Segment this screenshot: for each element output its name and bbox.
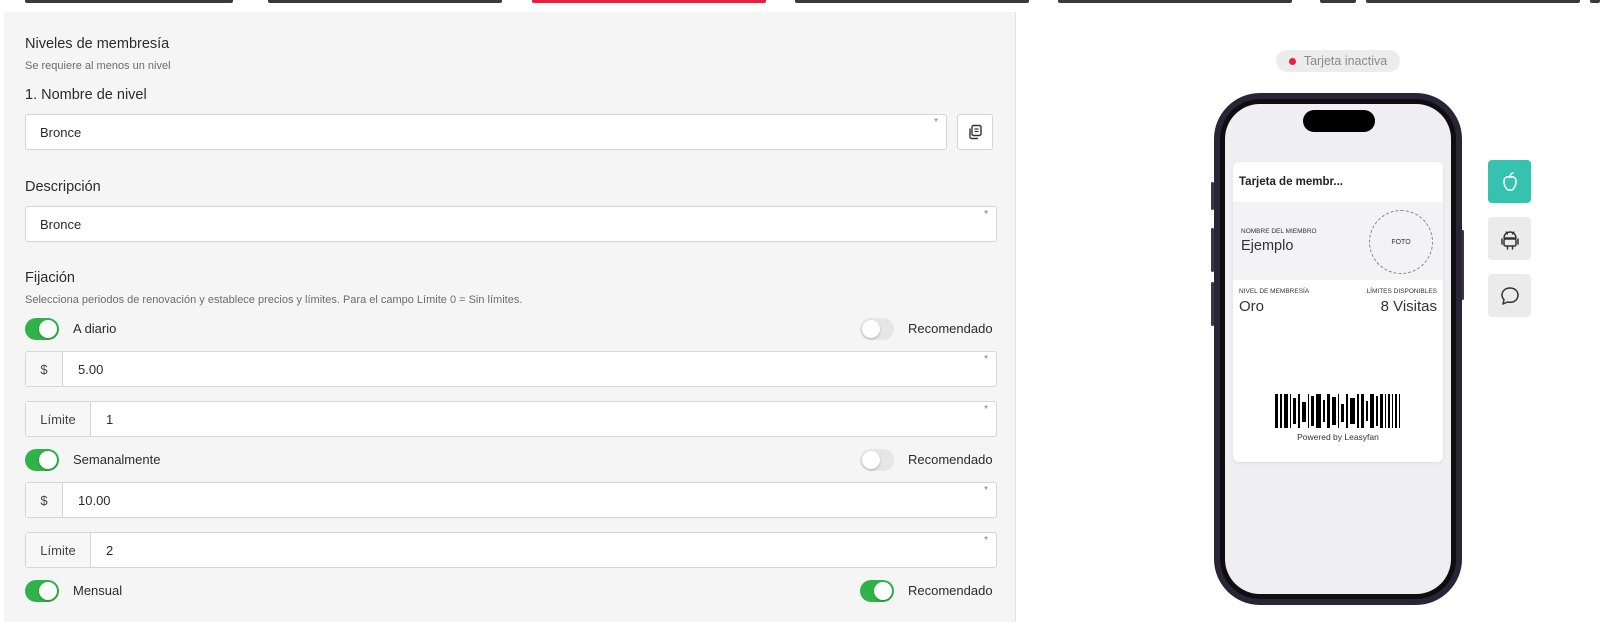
step-progress-bar xyxy=(0,0,1600,4)
member-name-value: Ejemplo xyxy=(1241,238,1294,254)
apple-wallet-button[interactable] xyxy=(1488,160,1531,203)
level-name-value: Bronce xyxy=(40,125,82,140)
android-icon xyxy=(1500,230,1519,250)
card-status-badge: Tarjeta inactiva xyxy=(1276,50,1400,72)
weekly-recommended-toggle[interactable] xyxy=(860,449,894,471)
apple-icon xyxy=(1502,171,1517,191)
status-dot xyxy=(1288,57,1296,65)
weekly-limit-value: 2 xyxy=(106,543,114,558)
level-name-label: 1. Nombre de nivel xyxy=(25,87,147,103)
copy-button[interactable] xyxy=(957,114,993,150)
phone-mockup: Tarjeta de membr... NOMBRE DEL MIEMBRO E… xyxy=(1214,93,1462,605)
recommended-label: Recomendado xyxy=(908,321,993,336)
daily-recommended-toggle[interactable] xyxy=(860,318,894,340)
pricing-subtitle: Selecciona periodos de renovación y esta… xyxy=(25,294,523,306)
limit-prefix: Límite xyxy=(26,402,91,436)
barcode xyxy=(1275,394,1400,428)
step-5[interactable] xyxy=(1058,0,1292,3)
daily-price-field[interactable]: $ 5.00 * xyxy=(25,351,997,387)
step-2[interactable] xyxy=(268,0,502,3)
weekly-toggle[interactable] xyxy=(25,449,59,471)
powered-by-text: Powered by Leasyfan xyxy=(1297,432,1379,442)
daily-price-value: 5.00 xyxy=(78,362,104,377)
description-label: Descripción xyxy=(25,179,101,195)
limit-prefix: Límite xyxy=(26,533,91,567)
weekly-label: Semanalmente xyxy=(73,452,161,467)
daily-label: A diario xyxy=(73,321,117,336)
pricing-title: Fijación xyxy=(25,270,75,286)
required-mark: * xyxy=(984,404,988,415)
daily-toggle[interactable] xyxy=(25,318,59,340)
phone-screen: Tarjeta de membr... NOMBRE DEL MIEMBRO E… xyxy=(1225,104,1451,594)
required-mark: * xyxy=(984,535,988,546)
recommended-label: Recomendado xyxy=(908,583,993,598)
member-name-label: NOMBRE DEL MIEMBRO xyxy=(1241,228,1317,235)
android-wallet-button[interactable] xyxy=(1488,217,1531,260)
level-value: Oro xyxy=(1239,298,1265,315)
weekly-limit-field[interactable]: Límite 2 * xyxy=(25,532,997,568)
step-6[interactable] xyxy=(1320,0,1356,3)
step-1[interactable] xyxy=(25,0,233,3)
recommended-label: Recomendado xyxy=(908,452,993,467)
description-value: Bronce xyxy=(40,217,82,232)
required-mark: * xyxy=(984,485,988,496)
level-name-field[interactable]: Bronce * xyxy=(25,114,947,150)
currency-prefix: $ xyxy=(26,352,63,386)
card-title: Tarjeta de membr... xyxy=(1239,176,1343,188)
status-text: Tarjeta inactiva xyxy=(1303,54,1388,68)
required-mark: * xyxy=(934,117,938,128)
limits-value: 8 Visitas xyxy=(1380,298,1437,315)
dynamic-island xyxy=(1303,110,1375,132)
section-subtitle: Se requiere al menos un nivel xyxy=(25,60,171,72)
membership-form-panel: Niveles de membresía Se requiere al meno… xyxy=(4,12,1016,622)
currency-prefix: $ xyxy=(26,483,63,517)
monthly-toggle[interactable] xyxy=(25,580,59,602)
step-7[interactable] xyxy=(1366,0,1580,3)
description-field[interactable]: Bronce * xyxy=(25,206,997,242)
required-mark: * xyxy=(984,209,988,220)
daily-limit-field[interactable]: Límite 1 * xyxy=(25,401,997,437)
photo-placeholder: FOTO xyxy=(1369,210,1433,274)
step-8[interactable] xyxy=(1590,0,1600,3)
level-label: NIVEL DE MEMBRESÍA xyxy=(1239,288,1310,295)
membership-card-preview: Tarjeta de membr... NOMBRE DEL MIEMBRO E… xyxy=(1233,162,1443,462)
photo-label: FOTO xyxy=(1391,238,1411,246)
step-4[interactable] xyxy=(795,0,1029,3)
daily-limit-value: 1 xyxy=(106,412,114,427)
copy-icon xyxy=(969,124,982,140)
chat-bubble-icon xyxy=(1500,286,1519,305)
weekly-price-value: 10.00 xyxy=(78,493,111,508)
required-mark: * xyxy=(984,354,988,365)
monthly-label: Mensual xyxy=(73,583,123,598)
message-preview-button[interactable] xyxy=(1488,274,1531,317)
section-title: Niveles de membresía xyxy=(25,36,170,52)
weekly-price-field[interactable]: $ 10.00 * xyxy=(25,482,997,518)
limits-label: LÍMITES DISPONIBLES xyxy=(1366,288,1437,295)
step-3-active[interactable] xyxy=(532,0,766,3)
monthly-recommended-toggle[interactable] xyxy=(860,580,894,602)
